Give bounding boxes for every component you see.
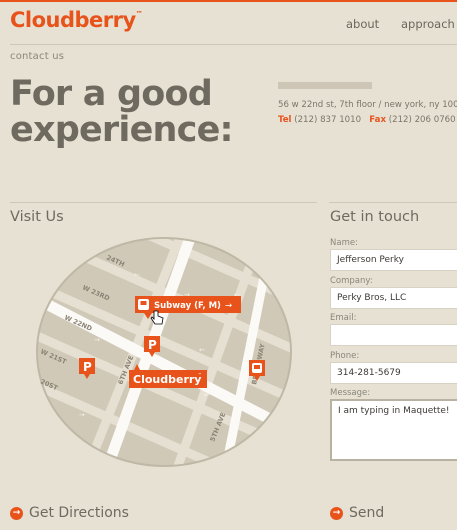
email-label: Email: (330, 313, 357, 323)
svg-text:←: ← (204, 391, 210, 399)
tel-number: (212) 837 1010 (294, 115, 362, 125)
parking-icon: P (148, 338, 157, 352)
get-in-touch-title: Get in touch (330, 209, 420, 225)
tel-label: Tel (278, 115, 292, 125)
fax-label: Fax (369, 115, 387, 125)
phone-field[interactable]: 314-281-5679 (330, 362, 457, 384)
svg-text:←: ← (134, 271, 140, 279)
fax-number: (212) 206 0760 (388, 115, 456, 125)
pin-tm: ™ (198, 372, 202, 377)
pin-label: Cloudberry (133, 373, 201, 386)
logo[interactable]: Cloudberry™ (10, 8, 143, 32)
send-label: Send (349, 505, 385, 521)
get-directions-label: Get Directions (29, 505, 129, 521)
nav-approach[interactable]: approach (401, 17, 455, 31)
name-label: Name: (330, 238, 358, 248)
address-bar-decoration (278, 82, 372, 89)
visit-us-title: Visit Us (10, 209, 64, 225)
phone-fax-line: Tel (212) 837 1010 Fax (212) 206 0760 (278, 115, 456, 125)
message-textarea[interactable]: I am typing in Maquette! (330, 399, 457, 461)
company-field[interactable]: Perky Bros, LLC (330, 287, 457, 309)
section-divider-left (10, 202, 317, 203)
svg-text:→: → (94, 336, 100, 344)
subway-arrow-icon: → (225, 301, 232, 311)
name-field[interactable]: Jefferson Perky (330, 249, 457, 271)
svg-text:→: → (79, 411, 85, 419)
arrow-right-icon: → (10, 506, 23, 520)
email-field[interactable] (330, 324, 457, 346)
svg-text:←: ← (199, 346, 205, 354)
header-divider (10, 44, 457, 45)
subway-label: Subway (F, M) (154, 301, 221, 311)
page-headline: For a good experience: (10, 74, 234, 150)
phone-label: Phone: (330, 351, 360, 361)
arrow-right-icon: → (330, 506, 343, 520)
get-directions-link[interactable]: → Get Directions (10, 505, 129, 521)
parking-icon: P (83, 360, 92, 374)
contact-us-link[interactable]: contact us (10, 51, 64, 62)
company-label: Company: (330, 276, 373, 286)
address-text: 56 w 22nd st, 7th floor / new york, ny 1… (278, 100, 457, 110)
section-divider-right (329, 202, 457, 203)
send-button[interactable]: → Send (330, 505, 384, 521)
location-map[interactable]: ←→ ←→ ←→ ←→ 24TH W 23RD W 22ND W 21ST 20… (34, 237, 294, 467)
top-accent-line (0, 0, 457, 2)
message-label: Message: (330, 388, 371, 398)
nav-about[interactable]: about (346, 17, 379, 31)
